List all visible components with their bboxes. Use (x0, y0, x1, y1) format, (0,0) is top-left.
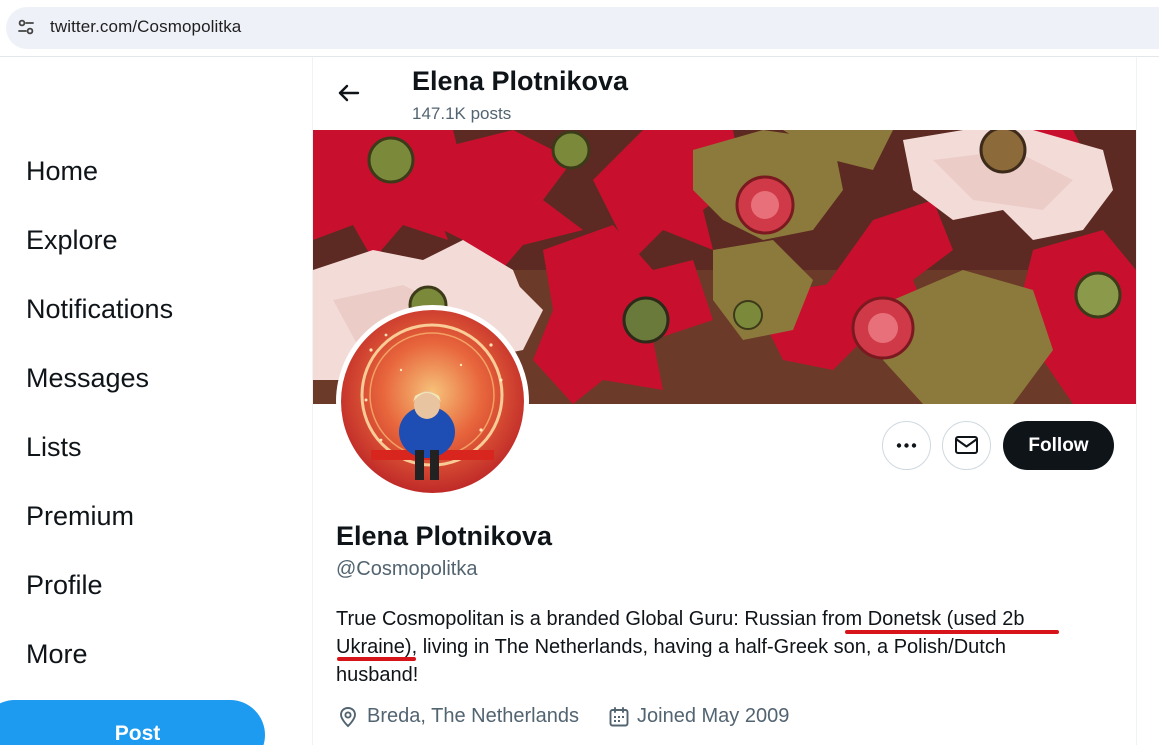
location-pin-icon (340, 707, 356, 728)
calendar-icon (609, 707, 629, 727)
red-underline-annotation (337, 657, 416, 661)
sidebar-item-notifications[interactable]: Notifications (26, 294, 173, 325)
more-options-button[interactable] (882, 421, 931, 470)
header-post-count: 147.1K posts (412, 104, 512, 123)
avatar[interactable] (336, 305, 529, 498)
follow-button[interactable]: Follow (1003, 421, 1114, 470)
post-button-label: Post (114, 722, 161, 745)
sidebar-item-explore[interactable]: Explore (26, 225, 118, 256)
sidebar-item-more[interactable]: More (26, 639, 88, 670)
bio-line: True Cosmopolitan is a branded Global Gu… (336, 608, 1025, 630)
message-button[interactable] (942, 421, 991, 470)
arrow-left-icon[interactable] (334, 78, 364, 108)
profile-joined-date: Joined May 2009 (637, 705, 790, 727)
more-dots-icon (896, 443, 917, 448)
sidebar-item-lists[interactable]: Lists (26, 432, 82, 463)
profile-name: Elena Plotnikova (336, 521, 553, 551)
url-text[interactable]: twitter.com/Cosmopolitka (50, 17, 241, 37)
header-title: Elena Plotnikova (412, 66, 629, 96)
tune-icon[interactable] (16, 17, 36, 37)
sidebar-item-premium[interactable]: Premium (26, 501, 134, 532)
browser-address-bar: twitter.com/Cosmopolitka (0, 0, 1159, 57)
profile-handle: @Cosmopolitka (336, 558, 478, 580)
bio-line: Ukraine), living in The Netherlands, hav… (336, 636, 1006, 658)
sidebar-item-messages[interactable]: Messages (26, 363, 149, 394)
sidebar-item-home[interactable]: Home (26, 156, 98, 187)
post-button[interactable]: Post (0, 700, 265, 745)
bio-line: husband! (336, 664, 419, 686)
red-underline-annotation (845, 630, 1059, 634)
profile-location: Breda, The Netherlands (367, 705, 579, 727)
profile-bio: True Cosmopolitan is a branded Global Gu… (336, 605, 1076, 689)
sidebar-item-profile[interactable]: Profile (26, 570, 103, 601)
envelope-icon (955, 436, 978, 454)
